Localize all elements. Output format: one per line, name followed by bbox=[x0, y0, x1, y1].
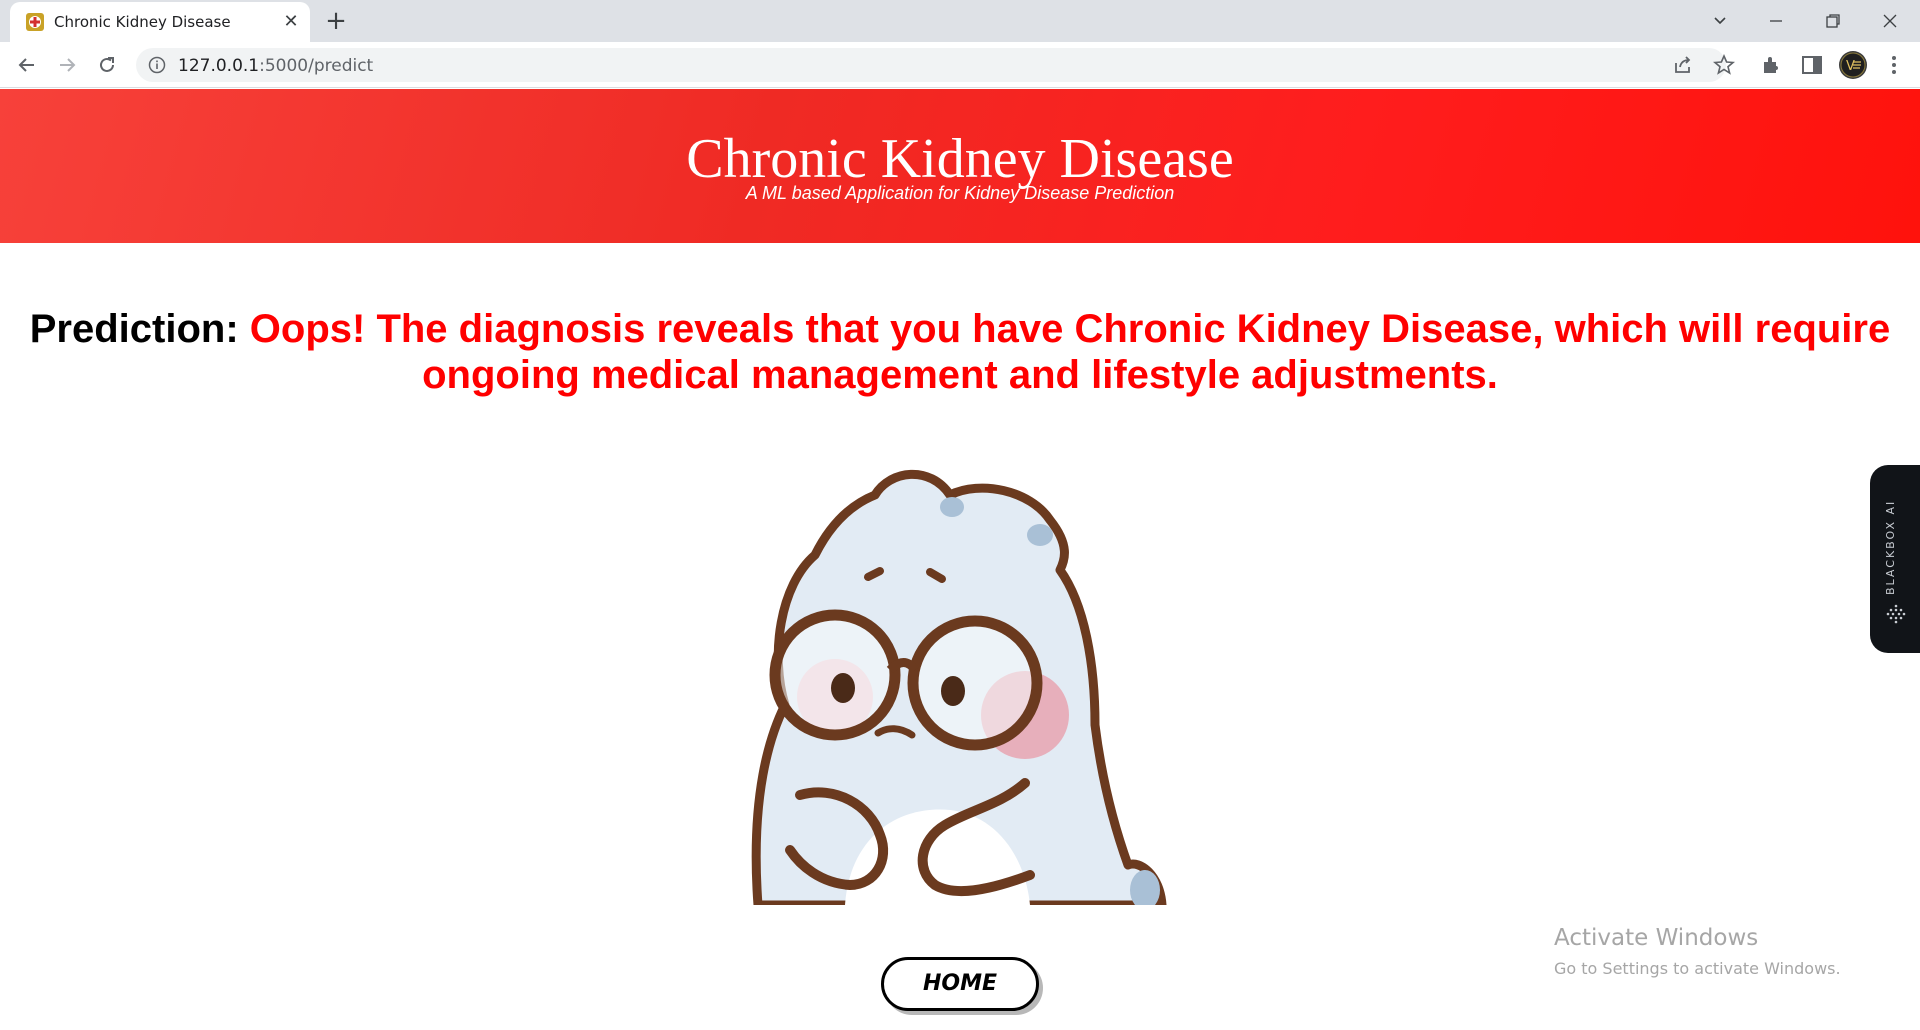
page-title: Chronic Kidney Disease bbox=[686, 128, 1234, 190]
tab-close-icon[interactable]: ✕ bbox=[280, 10, 302, 32]
back-icon[interactable] bbox=[12, 51, 42, 79]
blackbox-logo-icon bbox=[1886, 604, 1906, 624]
svg-text:V: V bbox=[1846, 59, 1855, 74]
close-window-icon[interactable] bbox=[1870, 6, 1910, 36]
watermark-title: Activate Windows bbox=[1554, 925, 1759, 951]
side-widget-label: BLACKBOX AI bbox=[1884, 499, 1897, 595]
forward-icon[interactable] bbox=[52, 51, 82, 79]
bookmark-star-icon[interactable] bbox=[1712, 53, 1736, 77]
prediction-text: Oops! The diagnosis reveals that you hav… bbox=[249, 307, 1891, 397]
browser-tab[interactable]: Chronic Kidney Disease ✕ bbox=[10, 2, 310, 42]
address-bar[interactable]: 127.0.0.1:5000/predict bbox=[136, 48, 1736, 82]
home-button[interactable]: HOME bbox=[881, 957, 1039, 1011]
url-text[interactable]: 127.0.0.1:5000/predict bbox=[178, 56, 373, 76]
sad-bear-illustration bbox=[751, 469, 1167, 905]
url-path: :5000/predict bbox=[259, 56, 374, 76]
new-tab-icon[interactable]: + bbox=[322, 8, 350, 36]
tab-search-icon[interactable] bbox=[1700, 6, 1740, 36]
header-banner: Chronic Kidney Disease A ML based Applic… bbox=[0, 89, 1920, 243]
favicon-icon bbox=[26, 13, 44, 31]
extensions-icon[interactable] bbox=[1760, 53, 1784, 77]
blackbox-ai-widget[interactable]: BLACKBOX AI bbox=[1870, 465, 1920, 653]
site-info-icon[interactable] bbox=[148, 56, 166, 74]
watermark-subtitle: Go to Settings to activate Windows. bbox=[1554, 959, 1841, 978]
url-host: 127.0.0.1 bbox=[178, 56, 260, 76]
restore-icon[interactable] bbox=[1813, 6, 1853, 36]
tab-title: Chronic Kidney Disease bbox=[54, 13, 231, 31]
share-icon[interactable] bbox=[1671, 53, 1695, 77]
browser-tabstrip: Chronic Kidney Disease ✕ + bbox=[0, 0, 1920, 42]
side-panel-icon[interactable] bbox=[1800, 53, 1824, 77]
minimize-icon[interactable] bbox=[1756, 6, 1796, 36]
page-subtitle: A ML based Application for Kidney Diseas… bbox=[745, 183, 1175, 203]
browser-toolbar: 127.0.0.1:5000/predict V bbox=[0, 42, 1920, 88]
prediction-result: Prediction: Oops! The diagnosis reveals … bbox=[20, 306, 1900, 398]
activate-windows-watermark: Activate Windows Go to Settings to activ… bbox=[1554, 925, 1841, 978]
chrome-menu-icon[interactable] bbox=[1882, 53, 1906, 77]
prediction-label: Prediction: bbox=[29, 307, 250, 351]
reload-icon[interactable] bbox=[92, 51, 122, 79]
profile-avatar[interactable]: V bbox=[1838, 50, 1868, 80]
